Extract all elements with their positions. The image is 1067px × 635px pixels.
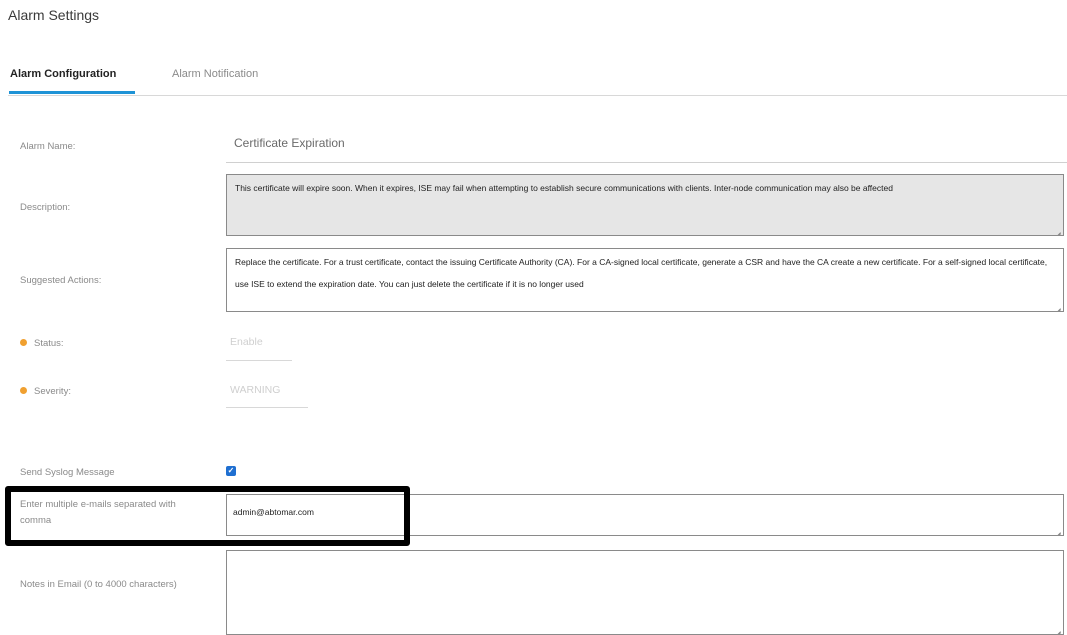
tab-alarm-configuration[interactable]: Alarm Configuration: [10, 68, 116, 80]
suggested-actions-label: Suggested Actions:: [20, 275, 102, 286]
status-label: Status:: [20, 336, 64, 352]
alarm-name-value: Certificate Expiration: [234, 136, 345, 150]
resize-handle-icon[interactable]: [1053, 525, 1061, 533]
notes-label: Notes in Email (0 to 4000 characters): [20, 579, 177, 590]
resize-handle-icon[interactable]: [1053, 225, 1061, 233]
suggested-actions-textarea[interactable]: Replace the certificate. For a trust cer…: [226, 248, 1064, 312]
notes-textarea[interactable]: [226, 550, 1064, 635]
alarm-name-label: Alarm Name:: [20, 141, 76, 152]
highlight-box: [5, 486, 410, 546]
required-dot-icon: [20, 387, 27, 394]
tab-bar: Alarm Configuration Alarm Notification: [8, 64, 1067, 96]
severity-underline: [226, 407, 308, 408]
required-dot-icon: [20, 339, 27, 346]
description-textarea[interactable]: This certificate will expire soon. When …: [226, 174, 1064, 236]
suggested-actions-text: Replace the certificate. For a trust cer…: [235, 257, 1048, 289]
status-value: Enable: [230, 336, 263, 348]
severity-label-text: Severity:: [34, 386, 71, 397]
alarm-name-underline: [226, 162, 1067, 163]
tab-alarm-notification[interactable]: Alarm Notification: [172, 68, 258, 80]
status-underline: [226, 360, 292, 361]
page-title: Alarm Settings: [8, 7, 100, 23]
send-syslog-label: Send Syslog Message: [20, 467, 115, 478]
severity-value: WARNING: [230, 384, 281, 396]
send-syslog-checkbox[interactable]: ✓: [226, 466, 236, 476]
active-tab-indicator: [9, 91, 135, 94]
status-label-text: Status:: [34, 338, 64, 349]
description-label: Description:: [20, 202, 71, 213]
description-text: This certificate will expire soon. When …: [235, 183, 893, 193]
severity-label: Severity:: [20, 384, 71, 400]
resize-handle-icon[interactable]: [1053, 301, 1061, 309]
resize-handle-icon[interactable]: [1053, 624, 1061, 632]
